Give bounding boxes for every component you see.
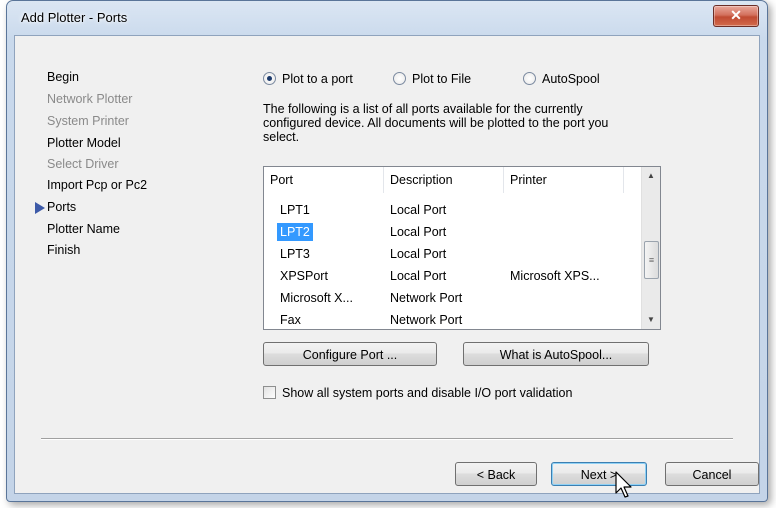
cancel-button[interactable]: Cancel [665, 462, 759, 486]
radio-selected-icon [263, 72, 276, 85]
port-name: XPSPort [280, 269, 328, 283]
scroll-down-icon[interactable]: ▼ [642, 311, 660, 329]
show-all-ports-label: Show all system ports and disable I/O po… [282, 386, 573, 400]
add-plotter-dialog: Add Plotter - Ports ✕ Begin Network Plot… [6, 0, 768, 502]
port-name: LPT2 [277, 223, 313, 241]
ports-list-scrollbar[interactable]: ▲ ≡ ▼ [641, 167, 660, 329]
port-description: Local Port [390, 225, 447, 239]
port-description: Local Port [390, 247, 447, 261]
checkbox-icon [263, 386, 276, 399]
port-printer: Microsoft XPS... [510, 269, 600, 283]
dialog-client-area: Begin Network Plotter System Printer Plo… [14, 35, 760, 494]
autospool-label: AutoSpool [542, 72, 600, 86]
scroll-thumb[interactable]: ≡ [644, 241, 659, 279]
title-bar: Add Plotter - Ports ✕ [7, 1, 767, 35]
close-button[interactable]: ✕ [713, 5, 759, 27]
step-select-driver: Select Driver [47, 157, 119, 171]
ports-list-header: Port Description Printer [264, 167, 640, 193]
port-name: LPT3 [280, 247, 310, 261]
step-ports: Ports [47, 200, 77, 214]
plot-to-file-label: Plot to File [412, 72, 472, 86]
port-description: Network Port [390, 291, 463, 305]
radio-icon [393, 72, 406, 85]
column-header-port[interactable]: Port [264, 167, 384, 193]
port-name: Microsoft X... [280, 291, 353, 305]
port-name: LPT1 [280, 203, 310, 217]
mouse-cursor-icon [615, 471, 632, 498]
radio-icon [523, 72, 536, 85]
column-header-printer[interactable]: Printer [504, 167, 624, 193]
column-header-description[interactable]: Description [384, 167, 504, 193]
plot-to-port-label: Plot to a port [282, 72, 353, 86]
dialog-title: Add Plotter - Ports [21, 10, 128, 25]
ports-description: The following is a list of all ports ava… [263, 102, 609, 144]
step-network-plotter: Network Plotter [47, 92, 133, 106]
configure-port-button[interactable]: Configure Port ... [263, 342, 437, 366]
plot-to-file-radio[interactable]: Plot to File [393, 72, 471, 86]
ports-list[interactable]: Port Description Printer LPT1 Local Port… [263, 166, 661, 330]
step-finish: Finish [47, 243, 81, 257]
current-step-arrow-icon [35, 202, 45, 214]
step-import-pcp: Import Pcp or Pc2 [47, 178, 148, 192]
step-system-printer: System Printer [47, 114, 129, 128]
plot-to-port-radio[interactable]: Plot to a port [263, 72, 353, 86]
port-description: Local Port [390, 203, 447, 217]
close-icon: ✕ [730, 7, 742, 23]
port-description: Local Port [390, 269, 447, 283]
show-all-ports-checkbox[interactable]: Show all system ports and disable I/O po… [263, 386, 572, 400]
scroll-up-icon[interactable]: ▲ [642, 167, 660, 185]
what-is-autospool-button[interactable]: What is AutoSpool... [463, 342, 649, 366]
port-description: Network Port [390, 313, 463, 327]
step-plotter-name: Plotter Name [47, 222, 120, 236]
separator [41, 438, 733, 440]
back-button[interactable]: < Back [455, 462, 537, 486]
port-name: Fax [280, 313, 301, 327]
step-plotter-model: Plotter Model [47, 136, 121, 150]
step-begin: Begin [47, 70, 79, 84]
autospool-radio[interactable]: AutoSpool [523, 72, 600, 86]
